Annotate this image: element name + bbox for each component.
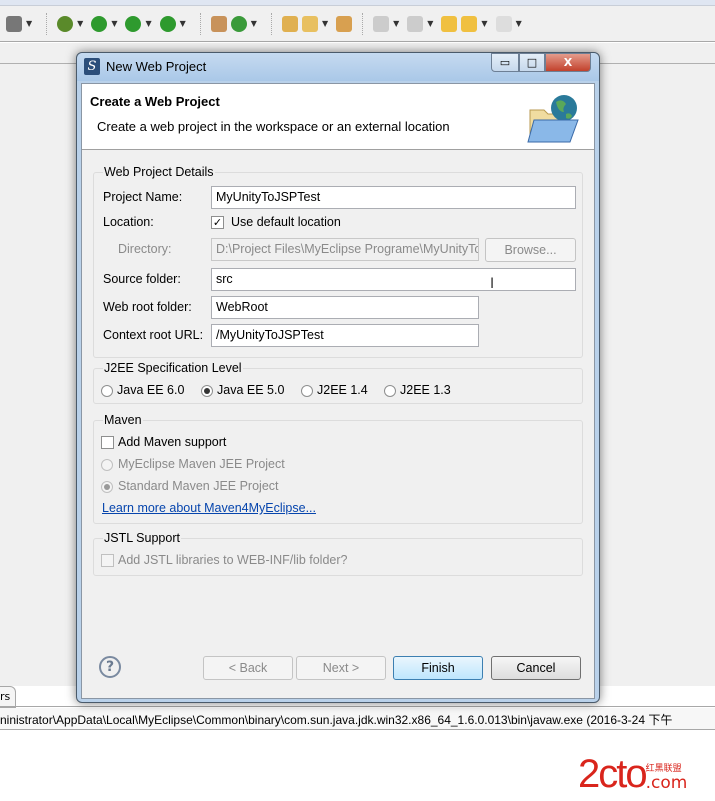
new-web-project-dialog: S New Web Project ▭ □ X Create a Web Pro… <box>76 52 600 703</box>
add-maven-support-label: Add Maven support <box>118 435 227 449</box>
project-name-label: Project Name: <box>103 190 183 204</box>
radio-label: Java EE 5.0 <box>217 383 285 397</box>
radio-label: MyEclipse Maven JEE Project <box>118 457 285 471</box>
dialog-client: Create a Web Project Create a web projec… <box>81 83 595 699</box>
use-default-location-label: Use default location <box>231 215 341 229</box>
open-type-icon[interactable] <box>336 15 353 32</box>
project-name-input[interactable]: MyUnityToJSPTest <box>211 186 576 209</box>
radio-myeclipse-maven-jee[interactable] <box>101 459 113 471</box>
back-button[interactable]: < Back <box>203 656 293 680</box>
context-root-input[interactable]: /MyUnityToJSPTest <box>211 324 479 347</box>
add-maven-support-checkbox[interactable] <box>101 436 114 449</box>
radio-java-ee-5[interactable] <box>201 385 213 397</box>
console-tab[interactable]: rs <box>0 686 16 708</box>
toolbar-separator <box>270 12 272 35</box>
run-icon[interactable] <box>91 15 108 32</box>
group-label: Web Project Details <box>103 165 215 179</box>
finish-button[interactable]: Finish <box>393 656 483 680</box>
close-button[interactable]: X <box>545 53 591 72</box>
new-package-icon[interactable] <box>210 15 227 32</box>
maximize-button[interactable]: □ <box>519 53 545 72</box>
radio-standard-maven-jee[interactable] <box>101 481 113 493</box>
next-annotation-icon[interactable] <box>373 15 390 32</box>
dialog-titlebar[interactable]: S New Web Project ▭ □ X <box>77 53 599 81</box>
dropdown-arrow-icon[interactable]: ▼ <box>481 19 487 28</box>
maven-group: Maven Add Maven support MyEclipse Maven … <box>93 413 583 524</box>
external-tools-icon[interactable] <box>159 15 176 32</box>
dropdown-arrow-icon[interactable]: ▼ <box>322 19 328 28</box>
browse-button[interactable]: Browse... <box>485 238 576 262</box>
wizard-header: Create a Web Project Create a web projec… <box>82 84 594 150</box>
learn-more-maven-link[interactable]: Learn more about Maven4MyEclipse... <box>102 501 316 515</box>
source-folder-input[interactable]: src <box>211 268 576 291</box>
dropdown-arrow-icon[interactable]: ▼ <box>393 19 399 28</box>
console-status-line: ninistrator\AppData\Local\MyEclipse\Comm… <box>0 708 715 730</box>
new-class-icon[interactable] <box>230 15 247 32</box>
dropdown-arrow-icon[interactable]: ▼ <box>77 19 83 28</box>
radio-j2ee-1-4[interactable] <box>301 385 313 397</box>
minimize-button[interactable]: ▭ <box>491 53 519 72</box>
group-label: Maven <box>103 413 143 427</box>
context-root-label: Context root URL: <box>103 328 204 342</box>
jstl-support-group: JSTL Support Add JSTL libraries to WEB-I… <box>93 531 583 576</box>
debug-icon[interactable] <box>57 15 74 32</box>
open-folder-icon[interactable] <box>281 15 298 32</box>
add-jstl-label: Add JSTL libraries to WEB-INF/lib folder… <box>118 553 348 567</box>
radio-label: J2EE 1.3 <box>400 383 451 397</box>
toolbar-separator <box>46 12 48 35</box>
web-root-label: Web root folder: <box>103 300 192 314</box>
j2ee-level-group: J2EE Specification Level Java EE 6.0 Jav… <box>93 361 583 404</box>
wizard-title: Create a Web Project <box>90 94 220 109</box>
divider <box>0 706 715 707</box>
radio-label: J2EE 1.4 <box>317 383 368 397</box>
last-edit-icon[interactable] <box>441 15 458 32</box>
dropdown-arrow-icon[interactable]: ▼ <box>251 19 257 28</box>
run-coverage-icon[interactable] <box>125 15 142 32</box>
web-project-details-group: Web Project Details Project Name: MyUnit… <box>93 165 583 358</box>
back-icon[interactable] <box>461 15 478 32</box>
web-project-folder-globe-icon <box>527 95 579 143</box>
camera-icon[interactable] <box>6 15 22 32</box>
radio-label: Java EE 6.0 <box>117 383 185 397</box>
main-toolbar: ▼ ▼ ▼ ▼ ▼ ▼ ▼ ▼ ▼ ▼ ▼ <box>0 6 715 42</box>
help-icon[interactable]: ? <box>99 656 121 678</box>
watermark-logo: 2cto 红黑联盟 .com <box>578 752 688 796</box>
dialog-title: New Web Project <box>106 59 207 74</box>
radio-j2ee-1-3[interactable] <box>384 385 396 397</box>
cancel-button[interactable]: Cancel <box>491 656 581 680</box>
toolbar-separator <box>362 12 364 35</box>
dropdown-arrow-icon[interactable]: ▼ <box>427 19 433 28</box>
dropdown-arrow-icon[interactable]: ▼ <box>180 19 186 28</box>
pen-icon[interactable] <box>301 15 318 32</box>
directory-input[interactable]: D:\Project Files\MyEclipse Programe\MyUn… <box>211 238 479 261</box>
wizard-description: Create a web project in the workspace or… <box>97 119 450 134</box>
toolbar-separator <box>199 12 201 35</box>
dropdown-arrow-icon[interactable]: ▼ <box>145 19 151 28</box>
dropdown-arrow-icon[interactable]: ▼ <box>516 19 522 28</box>
text-cursor-icon: I <box>490 276 495 292</box>
group-label: J2EE Specification Level <box>103 361 243 375</box>
myeclipse-icon: S <box>84 58 100 75</box>
directory-label: Directory: <box>118 242 172 256</box>
next-button[interactable]: Next > <box>296 656 386 680</box>
forward-icon[interactable] <box>495 15 512 32</box>
add-jstl-checkbox[interactable] <box>101 554 114 567</box>
dropdown-arrow-icon[interactable]: ▼ <box>111 19 117 28</box>
previous-annotation-icon[interactable] <box>407 15 424 32</box>
dropdown-arrow-icon[interactable]: ▼ <box>26 19 32 28</box>
location-label: Location: <box>103 215 154 229</box>
source-folder-label: Source folder: <box>103 272 181 286</box>
radio-java-ee-6[interactable] <box>101 385 113 397</box>
use-default-location-checkbox[interactable]: ✓ <box>211 216 224 229</box>
radio-label: Standard Maven JEE Project <box>118 479 279 493</box>
web-root-input[interactable]: WebRoot <box>211 296 479 319</box>
tab-label: rs <box>0 690 11 703</box>
group-label: JSTL Support <box>103 531 181 545</box>
